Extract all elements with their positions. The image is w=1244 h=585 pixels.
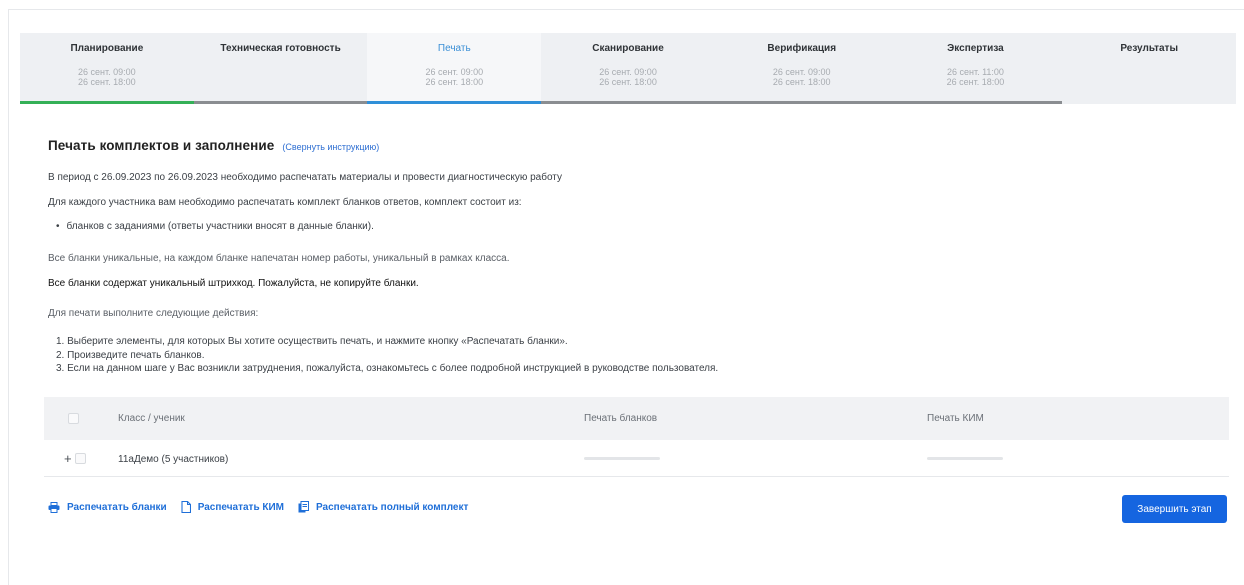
collapse-instructions-link[interactable]: (Свернуть инструкцию) (282, 142, 379, 152)
print-kim-button[interactable]: Распечатать КИМ (181, 501, 284, 513)
stage-expertise[interactable]: Экспертиза 26 сент. 11:00 26 сент. 18:00 (888, 33, 1063, 104)
print-full-kit-label: Распечатать полный комплект (316, 501, 469, 513)
select-all-checkbox[interactable] (68, 413, 79, 424)
stage-tech-readiness[interactable]: Техническая готовность (193, 33, 368, 104)
stage-date-end: 26 сент. 18:00 (78, 77, 136, 87)
step-item: 3. Если на данном шаге у Вас возникли за… (56, 363, 719, 374)
stage-name: Верификация (767, 43, 837, 54)
stage-date-end: 26 сент. 18:00 (772, 77, 831, 87)
table-row: + 11аДемо (5 участников) (44, 441, 1229, 477)
kit-bullet: бланков с заданиями (ответы участники вн… (56, 221, 374, 232)
stages-bar: Планирование 26 сент. 09:00 26 сент. 18:… (20, 33, 1237, 104)
print-forms-label: Распечатать бланки (67, 501, 167, 513)
stage-date-end: 26 сент. 18:00 (946, 77, 1005, 87)
steps-intro: Для печати выполните следующие действия: (48, 308, 259, 319)
stage-name: Экспертиза (947, 43, 1004, 54)
class-name[interactable]: 11аДемо (5 участников) (118, 454, 228, 465)
stage-date-end: 26 сент. 18:00 (425, 77, 484, 87)
stage-date-end: 26 сент. 18:00 (599, 77, 657, 87)
page-title: Печать комплектов и заполнение (48, 138, 275, 153)
stage-name: Сканирование (592, 43, 664, 54)
stage-verification[interactable]: Верификация 26 сент. 09:00 26 сент. 18:0… (714, 33, 889, 104)
print-kim-label: Распечатать КИМ (197, 501, 284, 513)
instructions-panel: Печать комплектов и заполнение (Свернуть… (48, 138, 1228, 374)
print-actions: Распечатать бланки Распечатать КИМ Распе… (48, 501, 482, 513)
row-checkbox[interactable] (75, 453, 86, 464)
step-item: 1. Выберите элементы, для которых Вы хот… (56, 336, 568, 347)
stage-name: Результаты (1120, 43, 1178, 54)
print-forms-button[interactable]: Распечатать бланки (48, 501, 167, 513)
stage-name: Печать (437, 43, 471, 54)
print-forms-status-placeholder (584, 457, 660, 460)
unique-text: Все бланки уникальные, на каждом бланке … (48, 253, 510, 264)
stage-date-start: 26 сент. 11:00 (946, 67, 1004, 77)
stage-results[interactable]: Результаты (1062, 33, 1237, 104)
step-item: 2. Произведите печать бланков. (56, 349, 205, 361)
print-kim-status-placeholder (927, 457, 1003, 460)
print-full-kit-button[interactable]: Распечатать полный комплект (298, 501, 468, 513)
stage-planning[interactable]: Планирование 26 сент. 09:00 26 сент. 18:… (20, 33, 194, 104)
stage-name: Техническая готовность (220, 43, 341, 54)
column-header-print-kim: Печать КИМ (927, 413, 984, 424)
stage-print[interactable]: Печать 26 сент. 09:00 26 сент. 18:00 (367, 33, 542, 104)
document-icon (181, 501, 191, 513)
documents-stack-icon (298, 501, 309, 513)
steps-list: 1. Выберите элементы, для которых Вы хот… (56, 335, 718, 376)
expand-row-icon[interactable]: + (64, 451, 72, 466)
barcode-warning: Все бланки содержат уникальный штрихкод.… (48, 278, 419, 289)
column-header-class: Класс / ученик (118, 413, 185, 424)
stage-date-start: 26 сент. 09:00 (772, 67, 831, 77)
kit-text: Для каждого участника вам необходимо рас… (48, 197, 522, 208)
stage-date-start: 26 сент. 09:00 (599, 67, 657, 77)
stage-date-start: 26 сент. 09:00 (425, 67, 484, 77)
column-header-print-forms: Печать бланков (584, 413, 658, 424)
period-text: В период с 26.09.2023 по 26.09.2023 необ… (48, 172, 562, 183)
printer-icon (48, 501, 60, 513)
stage-scanning[interactable]: Сканирование 26 сент. 09:00 26 сент. 18:… (541, 33, 715, 104)
finish-stage-button[interactable]: Завершить этап (1122, 495, 1227, 523)
stage-name: Планирование (70, 43, 144, 54)
table-header: Класс / ученик Печать бланков Печать КИМ (44, 397, 1229, 440)
stage-date-start: 26 сент. 09:00 (78, 67, 136, 77)
